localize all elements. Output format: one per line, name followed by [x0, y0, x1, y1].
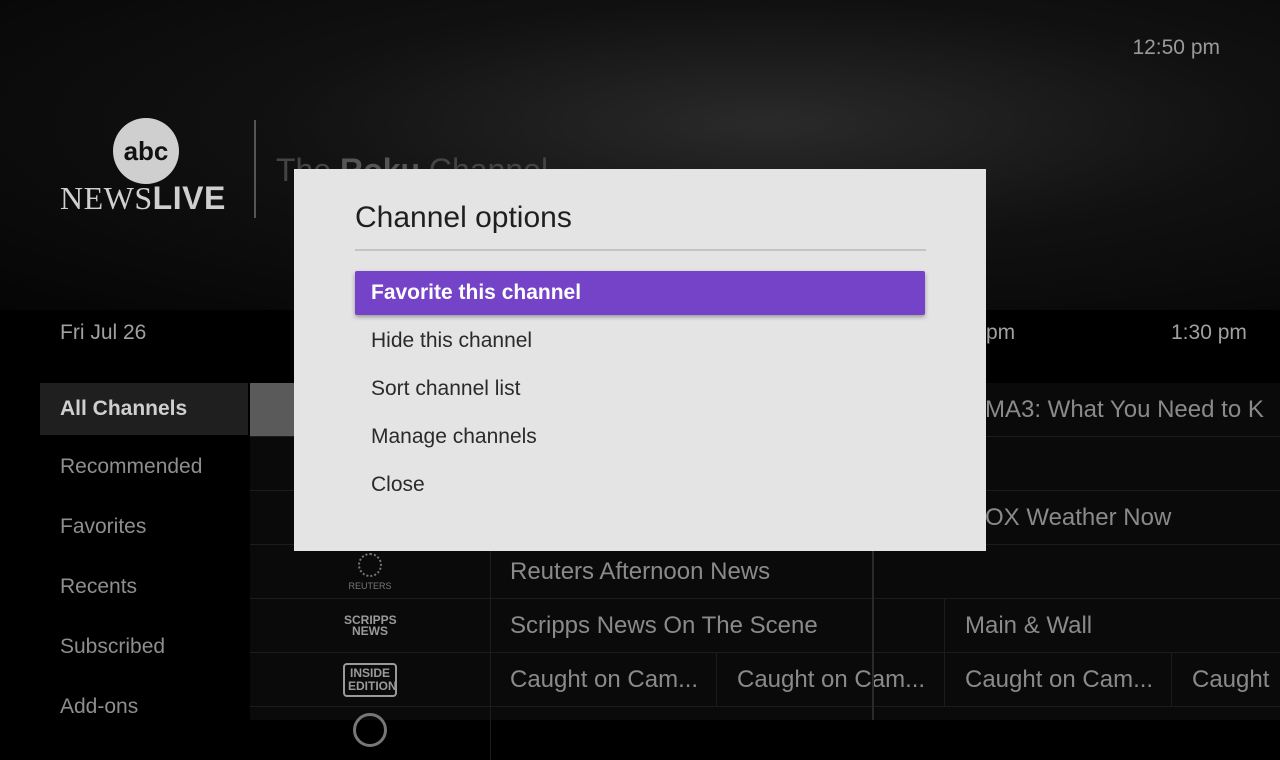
logo-divider — [254, 120, 256, 218]
sidebar-item-favorites[interactable]: Favorites — [40, 503, 248, 563]
guide-sidebar: All Channels Recommended Favorites Recen… — [40, 383, 248, 743]
program-cell[interactable]: Caught — [1172, 653, 1280, 706]
channel-logo-icon — [353, 713, 387, 747]
dialog-divider — [355, 249, 926, 251]
sidebar-item-add-ons[interactable]: Add-ons — [40, 683, 248, 743]
scripps-channel-cell[interactable]: SCRIPPS NEWS — [250, 599, 491, 652]
abc-logo-icon: abc — [113, 118, 179, 184]
guide-row[interactable]: REUTERS Reuters Afternoon News — [250, 545, 1280, 599]
sidebar-item-recommended[interactable]: Recommended — [40, 443, 248, 503]
clock: 12:50 pm — [1132, 36, 1220, 59]
sidebar-item-subscribed[interactable]: Subscribed — [40, 623, 248, 683]
manage-channels-option[interactable]: Manage channels — [355, 415, 925, 459]
program-cell[interactable]: Reuters Afternoon News — [490, 545, 873, 598]
guide-row[interactable]: SCRIPPS NEWS Scripps News On The Scene M… — [250, 599, 1280, 653]
time-slot: 1:30 pm — [1171, 321, 1247, 344]
news-word: NEWS — [60, 180, 153, 216]
program-cell[interactable]: OX Weather Now — [965, 491, 1280, 544]
sidebar-item-recents[interactable]: Recents — [40, 563, 248, 623]
program-cell[interactable]: Caught on Cam... — [490, 653, 717, 706]
channel-options-dialog: Channel options Favorite this channel Hi… — [294, 169, 986, 551]
program-cell[interactable]: Scripps News On The Scene — [490, 599, 945, 652]
newslive-wordmark: NEWSLIVE — [60, 180, 226, 217]
guide-row[interactable]: INSIDE EDITION Caught on Cam... Caught o… — [250, 653, 1280, 707]
reuters-logo-icon: REUTERS — [348, 552, 392, 591]
sort-channel-list-option[interactable]: Sort channel list — [355, 367, 925, 411]
inside-edition-channel-cell[interactable]: INSIDE EDITION — [250, 653, 491, 706]
guide-date: Fri Jul 26 — [60, 321, 147, 344]
guide-row[interactable] — [250, 707, 1280, 760]
reuters-channel-cell[interactable]: REUTERS — [250, 545, 491, 598]
inside-edition-logo-icon: INSIDE EDITION — [343, 662, 397, 697]
favorite-channel-option[interactable]: Favorite this channel — [355, 271, 925, 315]
live-word: LIVE — [152, 180, 226, 216]
time-slot: pm — [986, 321, 1016, 344]
program-cell[interactable]: Caught on Cam... — [717, 653, 945, 706]
dialog-title: Channel options — [355, 201, 572, 234]
program-cell[interactable]: Caught on Cam... — [945, 653, 1172, 706]
close-option[interactable]: Close — [355, 463, 925, 507]
program-cell[interactable]: Main & Wall — [945, 599, 1280, 652]
hide-channel-option[interactable]: Hide this channel — [355, 319, 925, 363]
channel-logo: abc NEWSLIVE — [60, 118, 235, 218]
current-time-line — [872, 546, 874, 720]
channel-cell[interactable] — [250, 707, 491, 760]
program-cell[interactable]: MA3: What You Need to K — [965, 383, 1280, 436]
sidebar-item-all-channels[interactable]: All Channels — [40, 383, 248, 435]
scripps-news-logo-icon: SCRIPPS NEWS — [344, 612, 397, 638]
